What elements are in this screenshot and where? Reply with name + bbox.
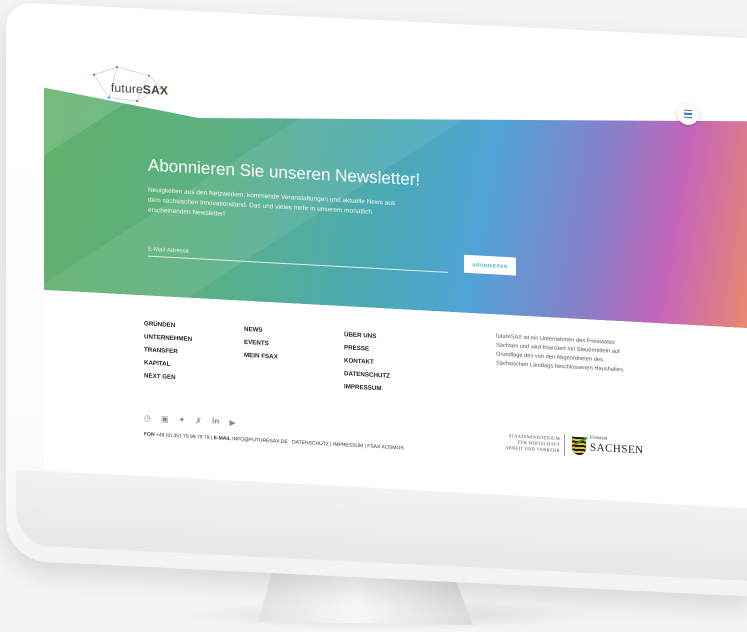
logo-divider <box>564 434 565 457</box>
footer-link-mein-fsax[interactable]: MEIN FSAX <box>244 349 278 364</box>
contact-line: FON +49 (0) 351 79 99 79 79 | E-MAIL INF… <box>144 431 404 451</box>
ministry-name: STAATSMINISTERIUM FÜR WIRTSCHAFT ARBEIT … <box>505 433 560 453</box>
footer-link-impressum[interactable]: IMPRESSUM <box>344 380 390 395</box>
phone-number[interactable]: +49 (0) 351 79 99 79 79 | <box>156 432 212 441</box>
legal-links[interactable]: DATENSCHUTZ | IMPRESSUM | FSAX KOSMOS <box>292 439 404 451</box>
email-address[interactable]: INFO@FUTURESAX.DE <box>232 436 288 445</box>
hamburger-icon-bar <box>684 112 692 115</box>
footer-nav-col-3: ÜBER UNS PRESSE KONTAKT DATENSCHUTZ IMPR… <box>344 328 390 395</box>
youtube-icon[interactable]: ▶ <box>229 418 235 427</box>
footer-nav-col-2: NEWS EVENTS MEIN FSAX <box>244 323 278 364</box>
facebook-icon[interactable]: ▣ <box>161 414 169 423</box>
menu-button[interactable] <box>677 102 699 126</box>
footer-nav-col-1: GRÜNDEN UNTERNEHMEN TRANSFER KAPITAL NEX… <box>144 317 192 385</box>
newsletter-title: Abonnieren Sie unseren Newsletter! <box>148 155 421 190</box>
fon-label: FON <box>144 431 155 438</box>
sachsen-label: SACHSEN <box>590 441 644 457</box>
saxony-crest-icon <box>572 436 586 456</box>
website-screen: Abonnieren Sie unseren Newsletter! Neuig… <box>44 40 747 509</box>
newsletter-description: Neuigkeiten aus den Netzwerken, kommende… <box>148 186 396 218</box>
linkedin-icon[interactable]: in <box>212 417 219 426</box>
email-input[interactable] <box>148 244 448 273</box>
xing-icon[interactable]: ✗ <box>195 416 202 425</box>
social-icons: ◷ ▣ ✦ ✗ in ▶ <box>144 413 236 427</box>
instagram-icon[interactable]: ◷ <box>144 413 151 422</box>
subscribe-button[interactable]: ABONNIEREN <box>464 255 516 276</box>
email-label: E-MAIL <box>213 435 231 443</box>
freistaat-label: Freistaat <box>590 435 608 442</box>
twitter-icon[interactable]: ✦ <box>179 415 186 424</box>
futuresax-logo[interactable]: futureSAX <box>89 62 169 106</box>
footer-link-next-gen[interactable]: NEXT GEN <box>144 369 192 385</box>
hamburger-icon-bar <box>684 116 692 119</box>
about-text: futureSAX ist ein Unternehmen des Freist… <box>496 333 625 374</box>
hamburger-icon-bar <box>684 109 692 112</box>
